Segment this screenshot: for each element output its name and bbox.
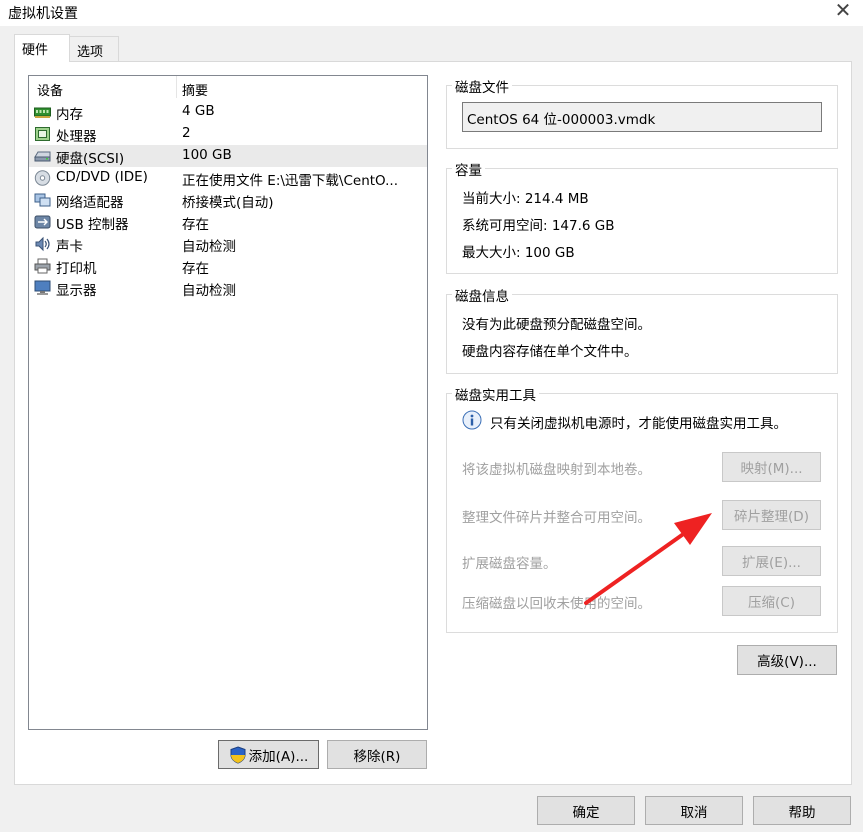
disk-info-line-2: 硬盘内容存储在单个文件中。 xyxy=(462,344,638,360)
title-bar: 虚拟机设置 ✕ xyxy=(0,0,863,26)
sound-card-icon xyxy=(35,236,50,252)
device-name: 显示器 xyxy=(56,283,97,299)
device-name: 内存 xyxy=(56,107,83,123)
device-row-network-adapter[interactable]: 网络适配器 桥接模式(自动) xyxy=(29,189,427,211)
disk-info-line-1: 没有为此硬盘预分配磁盘空间。 xyxy=(462,317,651,333)
device-row-display[interactable]: 显示器 自动检测 xyxy=(29,277,427,299)
device-name: 声卡 xyxy=(56,239,83,255)
disk-utilities-group-title: 磁盘实用工具 xyxy=(452,384,539,404)
device-name: 打印机 xyxy=(56,261,97,277)
column-divider[interactable] xyxy=(176,76,177,98)
memory-icon xyxy=(34,107,51,118)
remove-device-button[interactable]: 移除(R) xyxy=(327,740,427,769)
device-summary: 2 xyxy=(182,125,191,141)
device-row-usb-controller[interactable]: USB 控制器 存在 xyxy=(29,211,427,233)
current-size-text: 当前大小: 214.4 MB xyxy=(462,191,589,207)
hard-disk-icon xyxy=(34,151,51,162)
remove-device-label: 移除(R) xyxy=(353,748,401,765)
column-header-device[interactable]: 设备 xyxy=(37,80,63,99)
max-size-text: 最大大小: 100 GB xyxy=(462,245,575,261)
tab-options[interactable]: 选项 xyxy=(69,36,119,61)
cancel-button-label: 取消 xyxy=(680,804,708,821)
annotation-arrow-head xyxy=(674,513,712,545)
device-summary: 存在 xyxy=(182,217,209,233)
cancel-button[interactable]: 取消 xyxy=(645,796,743,825)
map-description: 将该虚拟机磁盘映射到本地卷。 xyxy=(462,462,651,478)
column-header-summary[interactable]: 摘要 xyxy=(182,80,208,99)
tab-hardware[interactable]: 硬件 xyxy=(14,34,70,62)
tab-hardware-label: 硬件 xyxy=(22,43,49,58)
printer-icon xyxy=(34,258,51,274)
info-icon xyxy=(462,410,482,430)
device-row-printer[interactable]: 打印机 存在 xyxy=(29,255,427,277)
help-button-label: 帮助 xyxy=(788,804,816,821)
disk-info-group xyxy=(446,294,838,374)
shield-icon xyxy=(230,745,246,764)
window-title: 虚拟机设置 xyxy=(8,6,78,22)
disk-file-path-field[interactable]: CentOS 64 位-000003.vmdk xyxy=(462,102,822,132)
device-name: CD/DVD (IDE) xyxy=(56,169,148,185)
device-list[interactable]: 设备 摘要 内存 4 GB 处理器 2 硬盘(SCSI) 100 GB CD/D… xyxy=(28,75,428,730)
device-row-hard-disk[interactable]: 硬盘(SCSI) 100 GB xyxy=(29,145,427,167)
usb-icon xyxy=(34,215,51,229)
compact-button[interactable]: 压缩(C) xyxy=(722,586,821,616)
expand-button[interactable]: 扩展(E)... xyxy=(722,546,821,576)
device-summary: 自动检测 xyxy=(182,283,236,299)
cd-dvd-icon xyxy=(34,170,51,186)
device-list-header: 设备 摘要 xyxy=(29,76,427,100)
device-summary: 100 GB xyxy=(182,147,232,163)
processor-icon xyxy=(35,127,50,141)
compact-button-label: 压缩(C) xyxy=(748,595,795,611)
display-icon xyxy=(34,280,51,295)
device-row-sound-card[interactable]: 声卡 自动检测 xyxy=(29,233,427,255)
close-icon[interactable]: ✕ xyxy=(832,0,854,22)
free-space-text: 系统可用空间: 147.6 GB xyxy=(462,218,615,234)
annotation-arrow-shaft xyxy=(584,533,684,605)
add-device-label: 添加(A)... xyxy=(248,748,309,765)
expand-button-label: 扩展(E)... xyxy=(742,555,801,571)
expand-description: 扩展磁盘容量。 xyxy=(462,556,557,572)
device-summary: 存在 xyxy=(182,261,209,277)
tab-options-label: 选项 xyxy=(77,45,104,60)
defragment-button[interactable]: 碎片整理(D) xyxy=(722,500,821,530)
utilities-notice: 只有关闭虚拟机电源时，才能使用磁盘实用工具。 xyxy=(490,416,787,432)
device-summary: 4 GB xyxy=(182,103,215,119)
device-summary: 桥接模式(自动) xyxy=(182,195,274,211)
device-name: USB 控制器 xyxy=(56,217,129,233)
disk-info-group-title: 磁盘信息 xyxy=(452,285,512,305)
ok-button-label: 确定 xyxy=(572,804,600,821)
device-name: 处理器 xyxy=(56,129,97,145)
network-adapter-icon xyxy=(34,193,51,207)
annotation-arrow xyxy=(584,513,712,605)
device-name: 硬盘(SCSI) xyxy=(56,151,125,167)
ok-button[interactable]: 确定 xyxy=(537,796,635,825)
add-device-button[interactable]: 添加(A)... xyxy=(218,740,319,769)
map-button[interactable]: 映射(M)... xyxy=(722,452,821,482)
capacity-group-title: 容量 xyxy=(452,159,485,179)
disk-file-group-title: 磁盘文件 xyxy=(452,76,512,96)
device-summary: 自动检测 xyxy=(182,239,236,255)
defragment-button-label: 碎片整理(D) xyxy=(734,509,809,525)
help-button[interactable]: 帮助 xyxy=(753,796,851,825)
device-name: 网络适配器 xyxy=(56,195,124,211)
map-button-label: 映射(M)... xyxy=(740,461,803,477)
advanced-button-label: 高级(V)... xyxy=(757,654,817,670)
device-row-memory[interactable]: 内存 4 GB xyxy=(29,101,427,123)
device-summary: 正在使用文件 E:\迅雷下载\CentO... xyxy=(182,173,398,189)
device-row-cd-dvd[interactable]: CD/DVD (IDE) 正在使用文件 E:\迅雷下载\CentO... xyxy=(29,167,427,189)
advanced-button[interactable]: 高级(V)... xyxy=(737,645,837,675)
device-row-processor[interactable]: 处理器 2 xyxy=(29,123,427,145)
